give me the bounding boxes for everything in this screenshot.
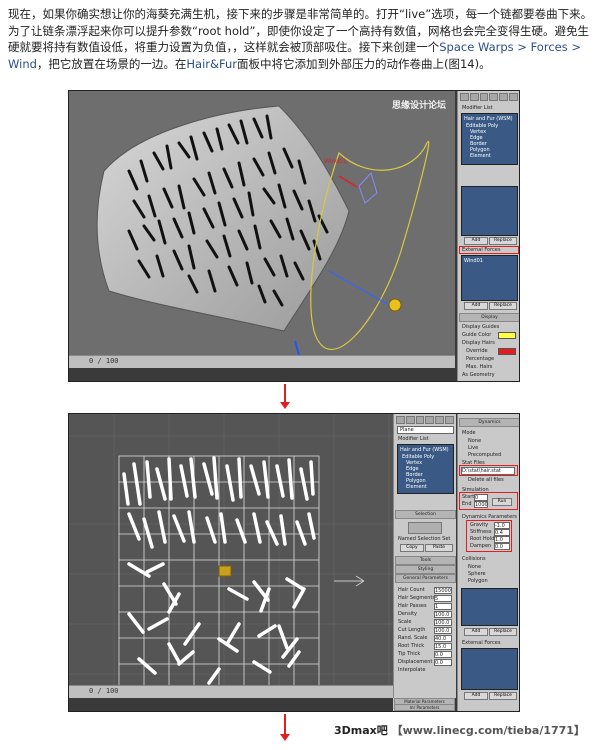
mode-label: Mode <box>462 430 476 436</box>
screenshot-top-view: 0 / 100 Plane Modifier List Hair and Fur… <box>68 413 520 712</box>
param-spinner[interactable]: 5 <box>434 595 452 602</box>
named-selection-label: Named Selection Set <box>398 536 451 542</box>
highlight-simulation <box>459 492 518 510</box>
add-button-2[interactable]: Add <box>464 302 488 310</box>
modifier-list-label-2[interactable]: Modifier List <box>398 436 429 442</box>
param-row: Hair Passes 1 <box>396 602 454 610</box>
down-arrow-icon-2 <box>280 714 290 744</box>
panel-tabs-2[interactable] <box>396 416 454 424</box>
display-hairs-check[interactable]: Display Hairs <box>462 340 495 346</box>
general-params-list: Hair Count 15000 Hair Segments 5 Hair Pass… <box>396 586 454 674</box>
guide-color-label: Guide Color <box>462 332 492 338</box>
param-row: Hair Segments 5 <box>396 594 454 602</box>
selection-mode-buttons[interactable] <box>408 522 442 534</box>
hair-color-swatch[interactable] <box>498 348 516 355</box>
paragraph-text-2: ，把它放置在场景的一边。在 <box>36 56 187 71</box>
frame-counter-2: 0 / 100 <box>89 687 119 695</box>
forces-add-button[interactable]: Add <box>464 692 488 700</box>
mode-live-radio[interactable]: Live <box>468 445 478 451</box>
panel-name-text: Hair&Fur <box>186 56 237 71</box>
article-paragraph: 现在，如果你确实想让你的海葵充满生机，接下来的步骤是非常简单的。打开“live”… <box>8 6 594 72</box>
mode-none-radio[interactable]: None <box>468 438 481 444</box>
url-text: 【www.linecg.com/tieba/1771】 <box>391 724 585 737</box>
collision-add-button[interactable]: Add <box>464 628 488 636</box>
add-button-1[interactable]: Add <box>464 237 488 245</box>
collisions-label: Collisions <box>462 556 486 562</box>
bottom-rollouts: Material Parameters mr Parameters <box>393 698 455 711</box>
param-spinner[interactable]: 15.0 <box>434 643 452 650</box>
replace-button-1[interactable]: Replace <box>489 237 517 245</box>
wind-label: Wind01 <box>324 158 347 165</box>
copy-button[interactable]: Copy <box>400 544 424 552</box>
param-spinner[interactable]: 0.0 <box>434 659 452 666</box>
paragraph-text-3: 面板中将它添加到外部压力的动作卷曲上(图14)。 <box>237 56 491 71</box>
external-forces-list-2[interactable] <box>461 648 518 690</box>
site-watermark: 3Dmax吧 【www.linecg.com/tieba/1771】 <box>334 722 585 738</box>
selection-rollout[interactable]: Selection <box>395 510 456 519</box>
modifier-stack[interactable]: Hair and Fur (WSM) Editable Poly Vertex … <box>461 113 518 165</box>
param-row: Cut Length 100.0 <box>396 626 454 634</box>
param-spinner[interactable]: 1 <box>434 603 452 610</box>
tools-rollout[interactable]: Tools <box>395 556 456 565</box>
param-spinner[interactable]: 100.0 <box>434 619 452 626</box>
param-spinner[interactable]: 0.0 <box>434 651 452 658</box>
down-arrow-icon <box>280 384 290 410</box>
highlight-external-forces <box>459 246 519 254</box>
param-spinner[interactable]: 100.0 <box>434 627 452 634</box>
max-hairs-label: Max. Hairs <box>466 364 493 370</box>
mr-params-rollout[interactable]: mr Parameters <box>394 704 455 711</box>
forum-watermark: 思缘设计论坛 <box>392 101 447 111</box>
collision-polygon-radio[interactable]: Polygon <box>468 578 488 584</box>
highlight-stat-files <box>459 465 518 476</box>
modify-panel: Plane Modifier List Hair and Fur (WSM) E… <box>393 414 456 698</box>
highlight-dynamics-params <box>466 520 512 552</box>
frame-counter: 0 / 100 <box>89 357 119 365</box>
paste-button[interactable]: Paste <box>425 544 453 552</box>
replace-button-2[interactable]: Replace <box>489 302 517 310</box>
dynamics-rollout[interactable]: Dynamics <box>459 418 519 427</box>
external-forces-label-2: External Forces <box>462 640 501 646</box>
modifier-list-label[interactable]: Modifier List <box>462 105 493 111</box>
brand-text: 3Dmax吧 <box>334 724 388 737</box>
collision-sphere-radio[interactable]: Sphere <box>468 571 486 577</box>
as-geometry-check[interactable]: As Geometry <box>462 372 495 378</box>
param-spinner[interactable]: 100.0 <box>434 611 452 618</box>
list-box-1[interactable] <box>461 186 518 236</box>
mode-precomputed-radio[interactable]: Precomputed <box>468 452 501 458</box>
param-row: Hair Count 15000 <box>398 587 452 594</box>
param-row: Interpolate <box>398 667 426 673</box>
forces-replace-button[interactable]: Replace <box>489 692 517 700</box>
param-row: Density 100.0 <box>396 610 454 618</box>
param-spinner[interactable]: 15000 <box>434 587 452 594</box>
object-name-field[interactable]: Plane <box>397 426 454 434</box>
styling-rollout[interactable]: Styling <box>395 565 456 574</box>
collision-replace-button[interactable]: Replace <box>489 628 517 636</box>
param-row: Scale 100.0 <box>396 618 454 626</box>
panel-tabs[interactable] <box>460 93 518 101</box>
general-params-rollout[interactable]: General Parameters <box>395 574 456 583</box>
timeline-bar[interactable]: 0 / 100 <box>69 355 455 368</box>
collision-list[interactable] <box>461 588 518 626</box>
delete-all-files-button[interactable]: Delete all files <box>468 477 504 483</box>
override-check[interactable]: Override <box>466 348 488 354</box>
param-row: Rand. Scale 40.0 <box>396 634 454 642</box>
param-row: Root Thick 15.0 <box>396 642 454 650</box>
display-rollout[interactable]: Display <box>459 313 519 322</box>
display-guides-check[interactable]: Display Guides <box>462 324 499 330</box>
modifier-stack-2[interactable]: Hair and Fur (WSM) Editable Poly Vertex … <box>397 444 454 494</box>
hair-scene-3d: Wind01 <box>96 105 430 364</box>
force-item[interactable]: Wind01 <box>464 258 483 264</box>
percentage-label: Percentage <box>466 356 495 362</box>
param-row: Tip Thick 0.0 <box>396 650 454 658</box>
external-forces-list[interactable]: Wind01 <box>461 255 518 301</box>
param-spinner[interactable]: 40.0 <box>434 635 452 642</box>
command-panel: Modifier List Hair and Fur (WSM) Editabl… <box>457 91 519 381</box>
dynamics-panel: Dynamics Mode None Live Precomputed Stat… <box>457 414 519 711</box>
param-row: Displacement 0.0 <box>396 658 454 666</box>
guide-color-swatch[interactable] <box>498 332 516 339</box>
perspective-viewport[interactable]: Wind01 0 / 100 <box>69 91 455 368</box>
collision-none-radio[interactable]: None <box>468 564 481 570</box>
screenshot-perspective-view: Wind01 0 / 100 Modifier List Hair and Fu… <box>68 90 520 382</box>
wind-gizmo-top[interactable] <box>218 565 232 577</box>
